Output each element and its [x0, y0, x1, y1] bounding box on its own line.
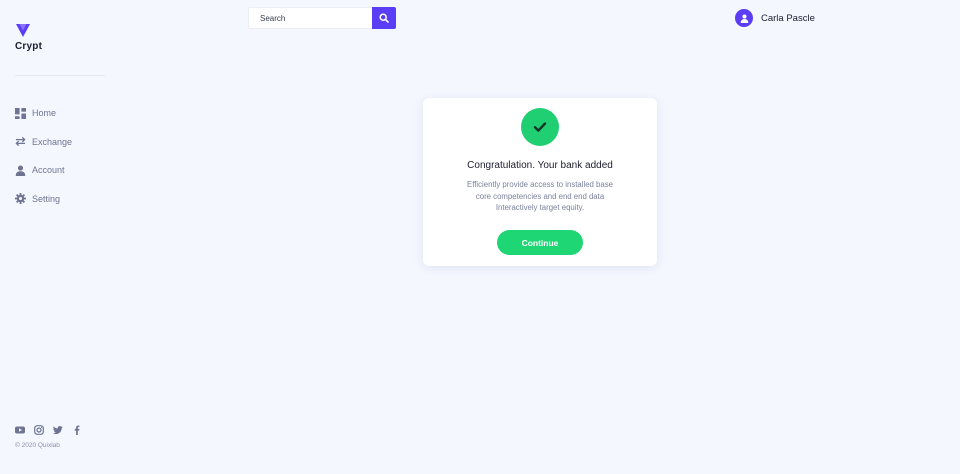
success-dialog: Congratulation. Your bank added Efficien… [423, 98, 657, 266]
copyright: © 2020 Quixlab [15, 442, 60, 449]
sidebar-item-label: Setting [32, 193, 61, 204]
triangle-logo-icon [16, 24, 30, 37]
sidebar-item-home[interactable]: Home [15, 106, 72, 120]
dialog-message: Efficiently provide access to installed … [445, 179, 635, 214]
avatar [735, 9, 753, 27]
dialog-title: Congratulation. Your bank added [467, 160, 613, 171]
social-links [15, 425, 82, 435]
sidebar: Crypt Home Exchange Account Setting © 20… [0, 0, 120, 474]
youtube-icon[interactable] [15, 425, 25, 435]
success-badge [521, 108, 559, 146]
search-icon [379, 13, 389, 23]
search-input[interactable] [248, 7, 372, 29]
search-button[interactable] [372, 7, 396, 29]
brand-name: Crypt [15, 41, 43, 52]
sidebar-nav: Home Exchange Account Setting [15, 106, 72, 220]
user-menu[interactable]: Carla Pascle [735, 9, 815, 27]
sidebar-item-setting[interactable]: Setting [15, 192, 72, 206]
user-name: Carla Pascle [761, 12, 815, 24]
sidebar-item-label: Exchange [32, 136, 73, 147]
search-bar [248, 7, 396, 29]
dashboard-icon [15, 107, 26, 119]
twitter-icon[interactable] [53, 425, 63, 435]
dialog-message-line: Efficiently provide access to installed … [467, 180, 613, 189]
sidebar-item-account[interactable]: Account [15, 163, 72, 177]
logo[interactable] [15, 22, 31, 38]
sidebar-item-label: Home [32, 108, 57, 118]
sidebar-item-label: Account [32, 165, 65, 175]
sidebar-item-exchange[interactable]: Exchange [15, 135, 72, 149]
dialog-message-line: Interactively target equity. [495, 203, 585, 212]
instagram-icon[interactable] [34, 425, 44, 435]
exchange-icon [15, 136, 26, 147]
user-icon [740, 13, 748, 23]
checkmark-icon [533, 122, 547, 132]
gear-icon [15, 193, 26, 204]
dialog-message-line: core competencies and end end data [475, 191, 605, 201]
user-icon [15, 164, 26, 176]
sidebar-divider [15, 75, 105, 76]
facebook-icon[interactable] [72, 425, 82, 435]
app-root: Crypt Home Exchange Account Setting © 20… [0, 0, 960, 474]
continue-button[interactable]: Continue [497, 230, 583, 255]
